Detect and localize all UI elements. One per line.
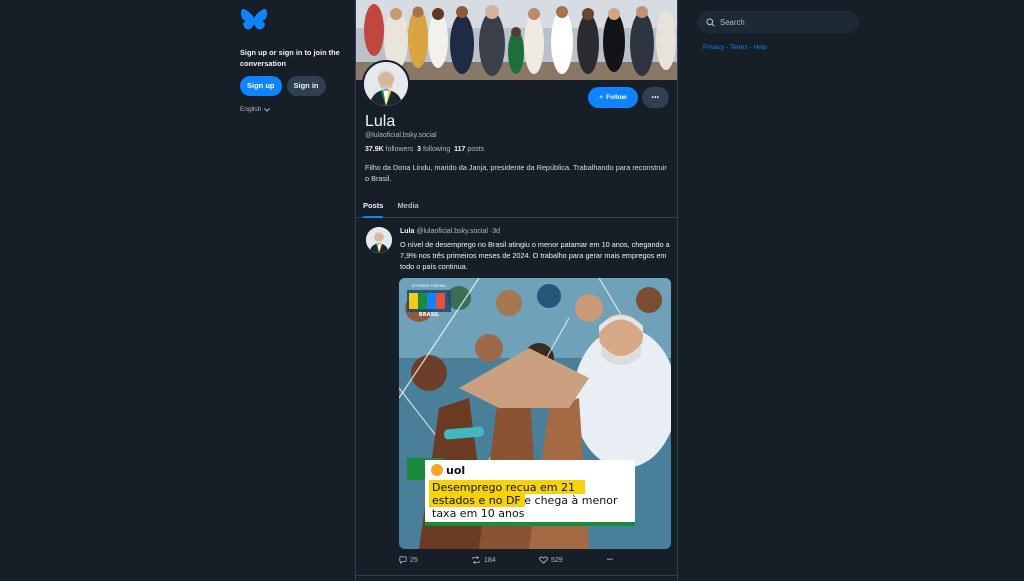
profile-column: + Follow ••• Lula @lulaoficial.bsky.soci… — [355, 0, 678, 581]
follow-label: Follow — [606, 94, 627, 101]
svg-text:estados e no DF e chega à meno: estados e no DF e chega à menor — [432, 494, 618, 507]
badge-top-text: GOVERNO FEDERAL — [412, 284, 447, 288]
profile-bio: Filho da Dona Lindu, marido da Janja, pr… — [365, 163, 667, 183]
heart-icon — [539, 556, 548, 564]
reply-count: 25 — [410, 556, 418, 564]
like-button[interactable]: 529 — [539, 556, 607, 564]
post-image[interactable]: GOVERNO FEDERAL BRASIL uol Desemprego re… — [399, 278, 671, 549]
profile-avatar[interactable] — [362, 60, 410, 108]
tab-posts[interactable]: Posts — [356, 196, 390, 218]
followers-link[interactable]: 37.9K followers — [365, 146, 413, 153]
headline-highlight-1: Desemprego recua em 21 — [432, 481, 575, 494]
language-selector[interactable]: English — [240, 106, 350, 113]
profile-name: Lula — [365, 113, 396, 130]
sign-up-button[interactable]: Sign up — [240, 76, 282, 96]
profile-stats: 37.9K followers 3 following 117 posts — [365, 146, 484, 153]
post-actions: 25 184 529 ••• — [399, 556, 671, 564]
ellipsis-icon: ••• — [651, 94, 660, 101]
headline-rest-2: taxa em 10 anos — [432, 507, 525, 520]
search-box[interactable] — [697, 11, 859, 33]
terms-link[interactable]: Terms — [730, 44, 748, 51]
ellipsis-icon: ••• — [607, 557, 613, 563]
posts-count: 117 posts — [454, 146, 485, 153]
language-label: English — [240, 106, 262, 113]
like-count: 529 — [551, 556, 563, 564]
search-icon — [706, 17, 715, 27]
search-input[interactable] — [720, 17, 840, 27]
follow-button[interactable]: + Follow — [588, 87, 638, 108]
reply-icon — [399, 556, 407, 564]
repost-icon — [472, 556, 480, 564]
chevron-down-icon — [264, 107, 271, 112]
feed-post[interactable]: Lula @lulaoficial.bsky.social ·3d O níve… — [356, 220, 677, 576]
tab-media[interactable]: Media — [390, 196, 425, 217]
profile-tabs: Posts Media — [356, 196, 677, 218]
post-handle[interactable]: @lulaoficial.bsky.social — [416, 228, 488, 235]
left-sidebar: Sign up or sign in to join the conversat… — [240, 8, 350, 113]
sign-in-button[interactable]: Sign in — [286, 76, 326, 96]
repost-count: 184 — [484, 556, 496, 564]
repost-button[interactable]: 184 — [471, 556, 539, 564]
butterfly-icon[interactable] — [240, 8, 268, 32]
headline-rest-1: e chega à menor — [521, 494, 618, 507]
post-header: Lula @lulaoficial.bsky.social ·3d — [400, 228, 500, 235]
reply-button[interactable]: 25 — [399, 556, 471, 564]
post-time[interactable]: 3d — [492, 228, 500, 235]
post-text: O nível de desemprego no Brasil atingiu … — [400, 240, 670, 272]
footer-links: Privacy · Terms · Help — [703, 44, 859, 51]
signup-prompt: Sign up or sign in to join the conversat… — [240, 48, 340, 68]
post-avatar[interactable] — [366, 227, 392, 253]
post-more-button[interactable]: ••• — [607, 557, 613, 563]
more-options-button[interactable]: ••• — [642, 87, 669, 108]
badge-word-text: BRASIL — [419, 312, 440, 318]
profile-handle: @lulaoficial.bsky.social — [365, 132, 437, 139]
headline-highlight-2: estados e no DF — [432, 494, 521, 507]
help-link[interactable]: Help — [753, 44, 766, 51]
plus-icon: + — [599, 94, 604, 101]
uol-logo-text: uol — [446, 464, 465, 477]
following-link[interactable]: 3 following — [417, 146, 450, 153]
post-author[interactable]: Lula — [400, 228, 414, 235]
privacy-link[interactable]: Privacy — [703, 44, 724, 51]
right-sidebar: Privacy · Terms · Help — [697, 11, 859, 51]
